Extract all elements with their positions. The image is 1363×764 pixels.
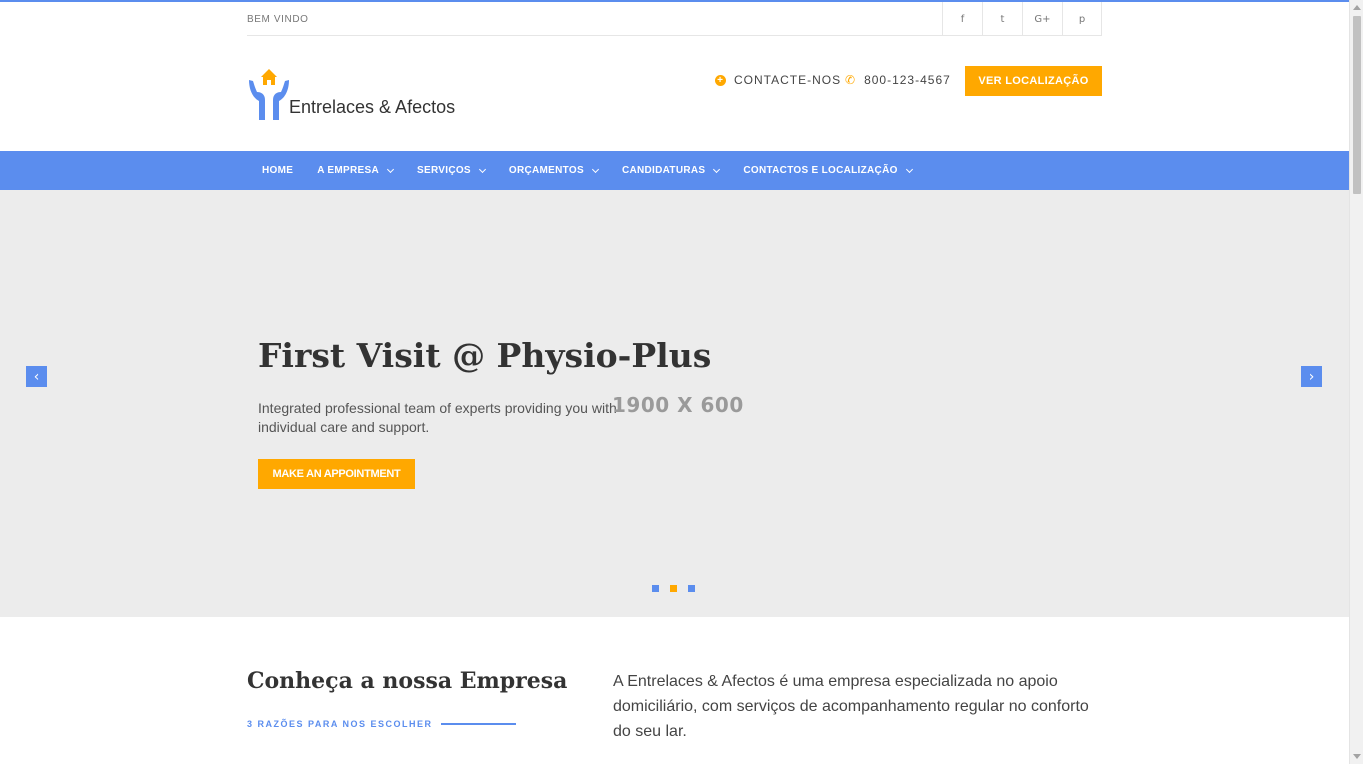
about-subtitle: 3 RAZÕES PARA NOS ESCOLHER [247, 719, 433, 729]
make-appointment-button[interactable]: MAKE AN APPOINTMENT [258, 459, 415, 489]
scrollbar-thumb[interactable] [1353, 16, 1361, 194]
phone-icon: ✆ [845, 73, 857, 87]
nav-label: CANDIDATURAS [621, 165, 706, 176]
chevron-down-icon [713, 165, 721, 173]
slider-pagination [652, 585, 706, 592]
view-location-button[interactable]: VER LOCALIZAÇÃO [965, 66, 1102, 96]
nav-item-contactos[interactable]: CONTACTOS E LOCALIZAÇÃO [743, 151, 913, 190]
welcome-text: BEM VINDO [247, 14, 309, 25]
nav-label: CONTACTOS E LOCALIZAÇÃO [743, 165, 898, 176]
nav-label: ORÇAMENTOS [508, 165, 584, 176]
chevron-down-icon [478, 165, 486, 173]
nav-label: A EMPRESA [317, 165, 379, 176]
plus-circle-icon: + [715, 74, 726, 86]
nav-item-home[interactable]: HOME [262, 151, 293, 190]
hero-description: Integrated professional team of experts … [258, 400, 617, 435]
slider-next-arrow[interactable]: › [1301, 366, 1322, 387]
twitter-icon[interactable]: t [982, 2, 1022, 36]
about-title: Conheça a nossa Empresa [247, 668, 568, 694]
phone-number: 800-123-4567 [864, 73, 951, 87]
hero-slider: First Visit @ Physio-Plus Integrated pro… [0, 190, 1349, 617]
chevron-down-icon [386, 165, 395, 173]
nav-item-candidaturas[interactable]: CANDIDATURAS [621, 151, 721, 190]
nav-label: SERVIÇOS [417, 165, 471, 176]
facebook-icon[interactable]: f [942, 2, 982, 36]
nav-item-a-empresa[interactable]: A EMPRESA [317, 151, 395, 190]
contact-link[interactable]: + CONTACTE-NOS [715, 73, 841, 87]
site-logo[interactable]: Entrelaces & Afectos [247, 66, 487, 122]
nav-label: HOME [262, 165, 294, 176]
nav-item-servicos[interactable]: SERVIÇOS [417, 151, 486, 190]
slider-dot[interactable] [688, 585, 695, 592]
slider-dot-active[interactable] [670, 585, 677, 592]
scroll-up-arrow-icon[interactable] [1353, 5, 1361, 10]
chevron-down-icon [905, 165, 913, 173]
chevron-right-icon: › [1308, 368, 1315, 385]
main-navigation: HOME A EMPRESA SERVIÇOS ORÇAMENTOS CANDI… [0, 151, 1349, 190]
contact-label: CONTACTE-NOS [734, 73, 842, 87]
scroll-down-arrow-icon[interactable] [1353, 754, 1361, 759]
top-bar: BEM VINDO f t G+ p [247, 2, 1102, 36]
slider-prev-arrow[interactable]: ‹ [26, 366, 47, 387]
google-plus-icon[interactable]: G+ [1022, 2, 1062, 36]
slider-dot[interactable] [652, 585, 659, 592]
subtitle-divider [441, 723, 516, 725]
phone-link[interactable]: ✆ 800-123-4567 [845, 73, 951, 87]
logo-text: Entrelaces & Afectos [289, 97, 456, 117]
nav-item-orcamentos[interactable]: ORÇAMENTOS [508, 151, 599, 190]
chevron-down-icon [591, 165, 599, 173]
pinterest-icon[interactable]: p [1062, 2, 1102, 36]
social-links: f t G+ p [942, 2, 1102, 36]
image-placeholder-size: 1900 X 600 [612, 393, 744, 417]
page-scrollbar[interactable] [1349, 0, 1363, 764]
about-text: A Entrelaces & Afectos é uma empresa esp… [613, 673, 1089, 740]
hero-title: First Visit @ Physio-Plus [258, 336, 712, 375]
hands-house-logo [249, 69, 289, 120]
chevron-left-icon: ‹ [33, 368, 40, 385]
